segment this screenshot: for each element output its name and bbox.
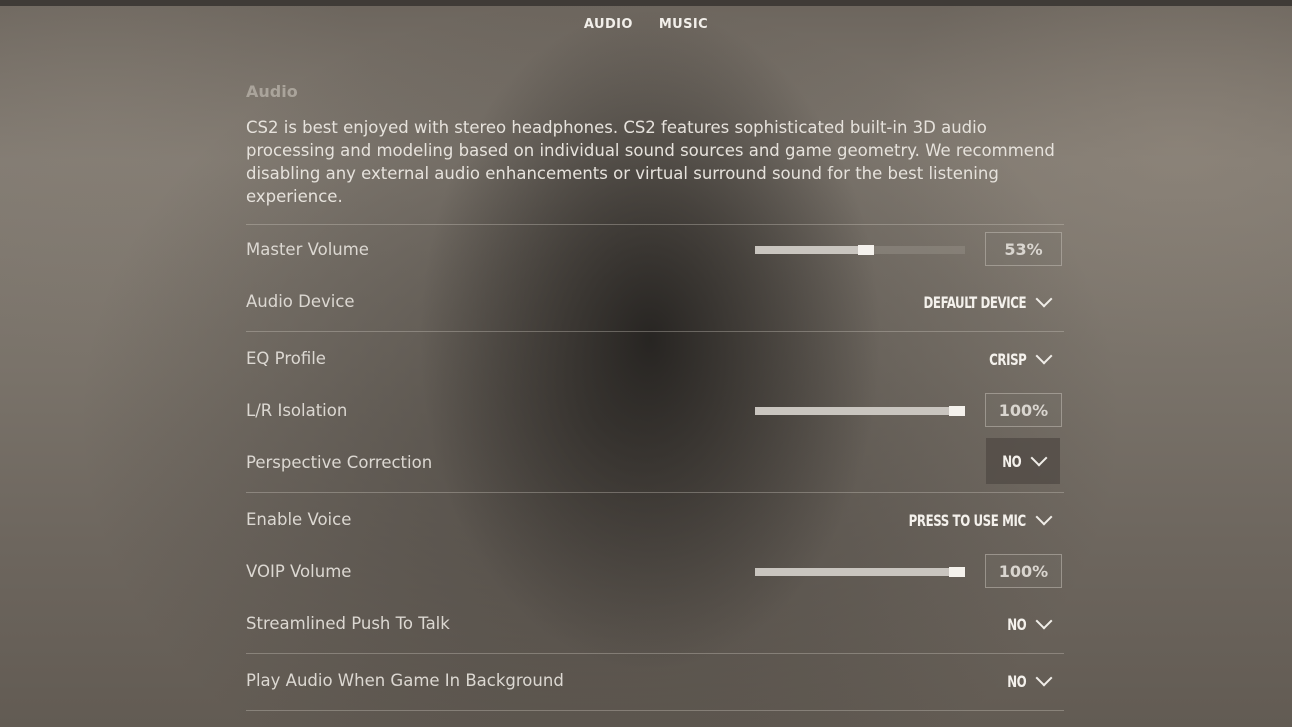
slider-fill	[755, 407, 965, 415]
divider	[246, 492, 1064, 493]
setting-label: EQ Profile	[246, 349, 326, 368]
divider	[246, 653, 1064, 654]
section-description: CS2 is best enjoyed with stereo headphon…	[246, 118, 1055, 206]
setting-play-audio-background: Play Audio When Game In Background NO	[246, 656, 1064, 708]
voip-volume-slider[interactable]	[755, 547, 965, 597]
tab-music[interactable]: MUSIC	[659, 17, 708, 32]
eq-profile-dropdown[interactable]: CRISP	[969, 342, 1060, 376]
dropdown-value: CRISP	[988, 349, 1027, 369]
lr-isolation-value: 100%	[998, 400, 1049, 420]
setting-eq-profile: EQ Profile CRISP	[246, 334, 1064, 386]
enable-voice-dropdown[interactable]: PRESS TO USE MIC	[871, 503, 1060, 537]
chevron-down-icon	[1035, 612, 1053, 630]
streamlined-push-to-talk-dropdown[interactable]: NO	[991, 607, 1060, 641]
lr-isolation-input[interactable]: 100%	[985, 393, 1062, 427]
master-volume-value: 53%	[1004, 239, 1043, 259]
top-bar	[0, 0, 1292, 6]
play-audio-background-dropdown[interactable]: NO	[991, 664, 1060, 698]
voip-volume-value: 100%	[998, 561, 1049, 581]
section-title: Audio	[246, 82, 298, 101]
dropdown-value: DEFAULT DEVICE	[923, 292, 1026, 312]
setting-label: L/R Isolation	[246, 401, 348, 420]
slider-fill	[755, 568, 965, 576]
voip-volume-input[interactable]: 100%	[985, 554, 1062, 588]
setting-label: Master Volume	[246, 240, 369, 259]
slider-thumb[interactable]	[858, 245, 874, 255]
settings-tabs: AUDIO MUSIC	[0, 17, 1292, 32]
setting-label: Streamlined Push To Talk	[246, 614, 450, 633]
tab-audio[interactable]: AUDIO	[584, 17, 633, 32]
setting-voip-volume: VOIP Volume 100%	[246, 547, 1064, 599]
chevron-down-icon	[1030, 449, 1048, 467]
setting-label: Audio Device	[246, 292, 355, 311]
divider	[246, 331, 1064, 332]
divider	[246, 710, 1064, 711]
master-volume-slider[interactable]	[755, 225, 965, 275]
slider-thumb[interactable]	[949, 406, 965, 416]
lr-isolation-slider[interactable]	[755, 386, 965, 436]
chevron-down-icon	[1035, 347, 1053, 365]
setting-streamlined-push-to-talk: Streamlined Push To Talk NO	[246, 599, 1064, 651]
dropdown-value: NO	[1006, 614, 1027, 634]
slider-fill	[755, 246, 866, 254]
setting-label: Play Audio When Game In Background	[246, 671, 564, 690]
dropdown-value: PRESS TO USE MIC	[908, 510, 1026, 530]
dropdown-value: NO	[1002, 451, 1022, 471]
setting-perspective-correction: Perspective Correction NO	[246, 438, 1064, 490]
setting-label: Enable Voice	[246, 510, 352, 529]
chevron-down-icon	[1035, 669, 1053, 687]
chevron-down-icon	[1035, 290, 1053, 308]
setting-master-volume: Master Volume 53%	[246, 225, 1064, 277]
chevron-down-icon	[1035, 508, 1053, 526]
setting-label: Perspective Correction	[246, 453, 433, 472]
setting-lr-isolation: L/R Isolation 100%	[246, 386, 1064, 438]
setting-label: VOIP Volume	[246, 562, 352, 581]
master-volume-input[interactable]: 53%	[985, 232, 1062, 266]
slider-thumb[interactable]	[949, 567, 965, 577]
audio-settings-panel: Audio CS2 is best enjoyed with stereo he…	[246, 80, 1064, 711]
setting-audio-device: Audio Device DEFAULT DEVICE	[246, 277, 1064, 329]
dropdown-value: NO	[1006, 671, 1027, 691]
setting-enable-voice: Enable Voice PRESS TO USE MIC	[246, 495, 1064, 547]
perspective-correction-dropdown[interactable]: NO	[986, 438, 1060, 484]
audio-device-dropdown[interactable]: DEFAULT DEVICE	[889, 285, 1060, 319]
